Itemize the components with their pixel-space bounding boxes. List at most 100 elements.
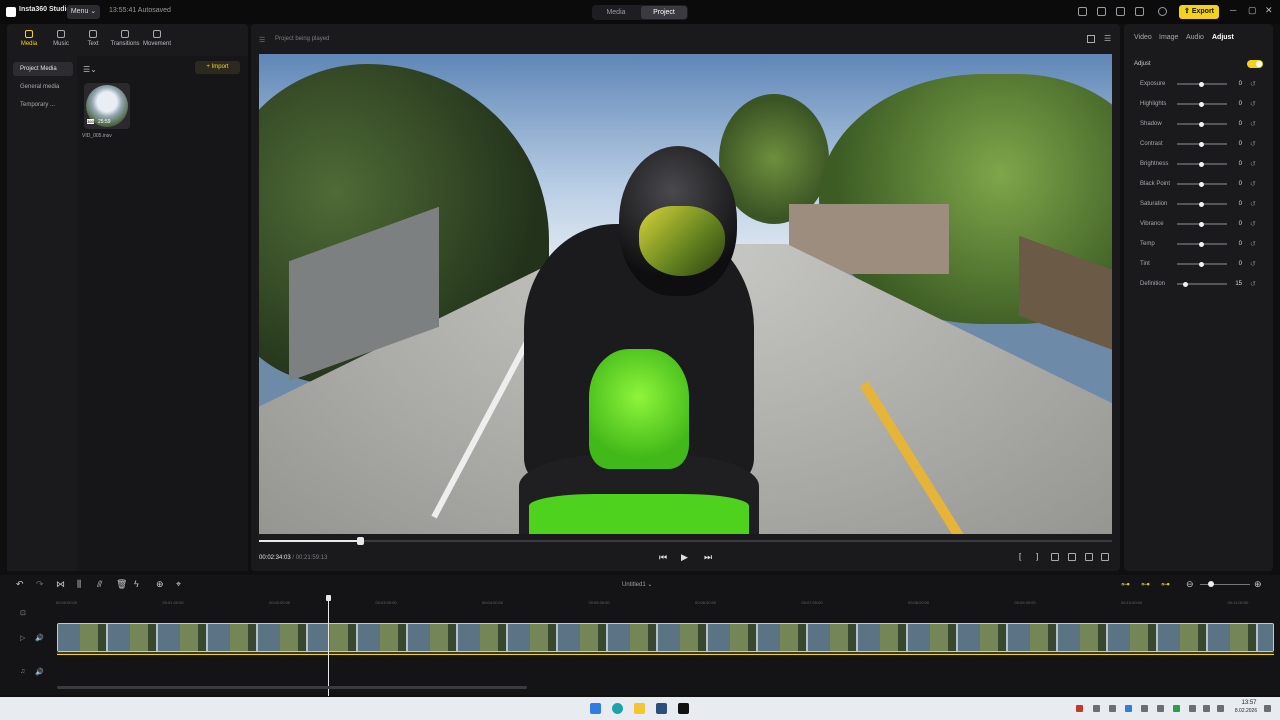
battery-icon[interactable] xyxy=(1217,705,1224,712)
time-ruler[interactable]: 00:00:00:00 00:01:00:00 00:02:00:00 00:03:0… xyxy=(56,596,1274,608)
adjust-slider-handle[interactable] xyxy=(1199,202,1204,207)
trim-icon[interactable]: ⋈ xyxy=(56,579,65,590)
notification-icon[interactable] xyxy=(1264,705,1271,712)
volume-icon[interactable] xyxy=(1203,705,1210,712)
scrub-bar[interactable] xyxy=(259,540,1112,542)
zoom-handle[interactable] xyxy=(1208,581,1214,587)
adjust-slider[interactable] xyxy=(1177,82,1227,87)
maximize-icon[interactable]: ▢ xyxy=(1248,5,1257,16)
adjust-value[interactable]: 0 xyxy=(1230,241,1242,247)
adjust-slider[interactable] xyxy=(1177,182,1227,187)
media-thumbnail[interactable]: 360 25:59 xyxy=(84,83,130,129)
target-icon[interactable]: ⌖ xyxy=(176,579,181,590)
link-icon[interactable]: ⊶ xyxy=(1141,579,1150,590)
image-icon[interactable] xyxy=(1116,7,1125,16)
sidebar-item-project-media[interactable]: Project Media xyxy=(13,62,73,76)
previous-icon[interactable]: ⏮ xyxy=(659,552,667,563)
tray-app-icon[interactable] xyxy=(1109,705,1116,712)
tray-app-icon[interactable] xyxy=(1157,705,1164,712)
list-icon[interactable]: ☰ xyxy=(259,36,265,44)
menu-icon[interactable]: ☰ xyxy=(1104,34,1111,43)
panel-icon[interactable] xyxy=(1097,7,1106,16)
magnet-icon[interactable]: ⊶ xyxy=(1121,579,1130,590)
reset-icon[interactable]: ↺ xyxy=(1250,200,1256,208)
reset-icon[interactable]: ↺ xyxy=(1250,260,1256,268)
menu-button[interactable]: Menu ⌄ xyxy=(67,5,100,19)
video-clip[interactable] xyxy=(57,623,1274,652)
reset-icon[interactable]: ↺ xyxy=(1250,220,1256,228)
adjust-slider-handle[interactable] xyxy=(1183,282,1188,287)
reset-icon[interactable]: ↺ xyxy=(1250,80,1256,88)
tray-app-icon[interactable] xyxy=(1076,705,1083,712)
adjust-slider-handle[interactable] xyxy=(1199,182,1204,187)
speed-icon[interactable]: ϟ xyxy=(134,579,139,589)
timeline-scrollbar[interactable] xyxy=(57,686,527,689)
zoom-out-icon[interactable]: ⊖ xyxy=(1186,579,1194,590)
tab-text[interactable]: Text xyxy=(77,30,109,47)
adjust-slider[interactable] xyxy=(1177,242,1227,247)
adjust-value[interactable]: 0 xyxy=(1230,201,1242,207)
sort-icon[interactable]: ☰⌄ xyxy=(83,65,97,74)
volume-icon[interactable]: 🔊 xyxy=(35,668,44,676)
help-icon[interactable] xyxy=(1158,7,1167,16)
adjust-slider[interactable] xyxy=(1177,162,1227,167)
next-icon[interactable]: ⏭ xyxy=(704,552,712,563)
undo-icon[interactable]: ↶ xyxy=(16,579,24,590)
app-icon[interactable] xyxy=(656,703,667,714)
tray-app-icon[interactable] xyxy=(1141,705,1148,712)
close-icon[interactable]: ✕ xyxy=(1265,5,1273,16)
snapshot-icon[interactable] xyxy=(1085,553,1093,561)
mark-out-icon[interactable]: ] xyxy=(1036,552,1038,561)
adjust-slider-handle[interactable] xyxy=(1199,122,1204,127)
freeze-icon[interactable]: ⫻ xyxy=(97,579,102,590)
start-icon[interactable] xyxy=(590,703,601,714)
clock-date[interactable]: 8.02.2026 xyxy=(1228,708,1264,714)
adjust-slider[interactable] xyxy=(1177,102,1227,107)
adjust-value[interactable]: 0 xyxy=(1230,141,1242,147)
adjust-slider-handle[interactable] xyxy=(1199,222,1204,227)
export-button[interactable]: ⇪ Export xyxy=(1179,5,1219,19)
adjust-value[interactable]: 15 xyxy=(1230,281,1242,287)
reset-icon[interactable]: ↺ xyxy=(1250,160,1256,168)
tab-media-library[interactable]: Media xyxy=(13,30,45,47)
file-explorer-icon[interactable] xyxy=(634,703,645,714)
sidebar-item-general-media[interactable]: General media xyxy=(13,80,73,94)
split-icon[interactable] xyxy=(1051,553,1059,561)
adjust-value[interactable]: 0 xyxy=(1230,261,1242,267)
adjust-value[interactable]: 0 xyxy=(1230,121,1242,127)
adjust-slider-handle[interactable] xyxy=(1199,242,1204,247)
reset-icon[interactable]: ↺ xyxy=(1250,240,1256,248)
tab-video[interactable]: Video xyxy=(1134,34,1152,41)
adjust-slider-handle[interactable] xyxy=(1199,82,1204,87)
add-keyframe-icon[interactable]: ⊕ xyxy=(156,579,164,590)
adjust-value[interactable]: 0 xyxy=(1230,81,1242,87)
tray-app-icon[interactable] xyxy=(1093,705,1100,712)
playhead[interactable] xyxy=(328,596,329,696)
ratio-icon[interactable] xyxy=(1068,553,1076,561)
bluetooth-icon[interactable] xyxy=(1125,705,1132,712)
fullscreen-icon[interactable] xyxy=(1101,553,1109,561)
clock-time[interactable]: 13:57 xyxy=(1234,700,1264,706)
tab-transitions[interactable]: Transitions xyxy=(109,30,141,47)
crop-icon[interactable] xyxy=(1087,35,1095,43)
scrub-handle[interactable] xyxy=(357,537,364,545)
insta360-icon[interactable] xyxy=(678,703,689,714)
redo-icon[interactable]: ↷ xyxy=(36,579,44,590)
tab-image[interactable]: Image xyxy=(1159,34,1178,41)
mark-in-icon[interactable]: [ xyxy=(1019,552,1021,561)
adjust-value[interactable]: 0 xyxy=(1230,101,1242,107)
adjust-slider[interactable] xyxy=(1177,202,1227,207)
import-button[interactable]: + Import xyxy=(195,61,240,74)
reset-icon[interactable]: ↺ xyxy=(1250,120,1256,128)
reset-icon[interactable]: ↺ xyxy=(1250,140,1256,148)
reset-icon[interactable]: ↺ xyxy=(1250,280,1256,288)
tab-music[interactable]: Music xyxy=(45,30,77,47)
settings-icon[interactable] xyxy=(1135,7,1144,16)
adjust-value[interactable]: 0 xyxy=(1230,181,1242,187)
adjust-slider[interactable] xyxy=(1177,222,1227,227)
snap-icon[interactable]: ⊶ xyxy=(1161,579,1170,590)
adjust-slider[interactable] xyxy=(1177,122,1227,127)
sidebar-item-temporary[interactable]: Temporary ... xyxy=(13,98,73,112)
adjust-slider[interactable] xyxy=(1177,262,1227,267)
adjust-slider[interactable] xyxy=(1177,282,1227,287)
